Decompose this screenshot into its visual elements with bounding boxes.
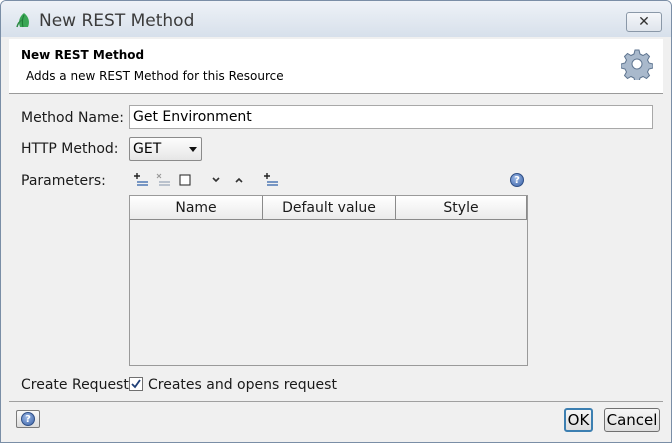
- dialog-window: New REST Method ✕ New REST Method Adds a…: [0, 0, 672, 443]
- column-header-default-value[interactable]: Default value: [263, 196, 396, 220]
- add-from-icon: [264, 173, 278, 186]
- parameters-table[interactable]: Name Default value Style: [129, 195, 528, 366]
- column-header-name[interactable]: Name: [130, 196, 263, 220]
- app-leaf-icon: [16, 13, 29, 28]
- close-button[interactable]: ✕: [626, 12, 662, 32]
- chevron-down-icon: [189, 147, 197, 152]
- create-request-checkbox-label[interactable]: Creates and opens request: [148, 377, 337, 393]
- close-icon: ✕: [638, 14, 650, 30]
- method-name-label: Method Name:: [21, 110, 124, 126]
- dialog-header: New REST Method Adds a new REST Method f…: [9, 39, 663, 94]
- header-description: Adds a new REST Method for this Resource: [26, 69, 284, 83]
- remove-parameter-icon: [156, 173, 170, 186]
- http-method-select[interactable]: GET: [129, 137, 202, 161]
- move-up-button[interactable]: [230, 171, 248, 189]
- create-request-label: Create Request:: [21, 377, 134, 393]
- checkmark-icon: [131, 379, 141, 389]
- gear-icon: [621, 49, 653, 80]
- http-method-label: HTTP Method:: [21, 141, 119, 157]
- add-parameter-button[interactable]: [132, 171, 150, 189]
- edit-parameter-button[interactable]: [176, 171, 194, 189]
- move-down-icon: [212, 177, 220, 183]
- add-from-button[interactable]: [262, 171, 280, 189]
- edit-parameter-icon: [179, 174, 191, 186]
- move-down-button[interactable]: [207, 171, 225, 189]
- title-bar[interactable]: New REST Method ✕: [1, 1, 671, 37]
- table-header: Name Default value Style: [130, 196, 527, 220]
- parameters-help-icon[interactable]: ?: [510, 173, 524, 187]
- http-method-value: GET: [133, 141, 162, 157]
- parameters-label: Parameters:: [21, 173, 106, 189]
- footer-divider: [9, 401, 663, 402]
- method-name-input[interactable]: [129, 105, 653, 129]
- column-header-style[interactable]: Style: [396, 196, 527, 220]
- window-title: New REST Method: [39, 11, 195, 31]
- ok-button[interactable]: OK: [564, 408, 593, 432]
- move-up-icon: [235, 177, 243, 183]
- help-button[interactable]: ?: [16, 410, 40, 428]
- add-parameter-icon: [134, 173, 148, 186]
- header-title: New REST Method: [21, 48, 145, 62]
- help-icon: ?: [21, 412, 35, 426]
- remove-parameter-button[interactable]: [154, 171, 172, 189]
- create-request-checkbox[interactable]: [129, 377, 143, 391]
- cancel-button[interactable]: Cancel: [604, 408, 660, 432]
